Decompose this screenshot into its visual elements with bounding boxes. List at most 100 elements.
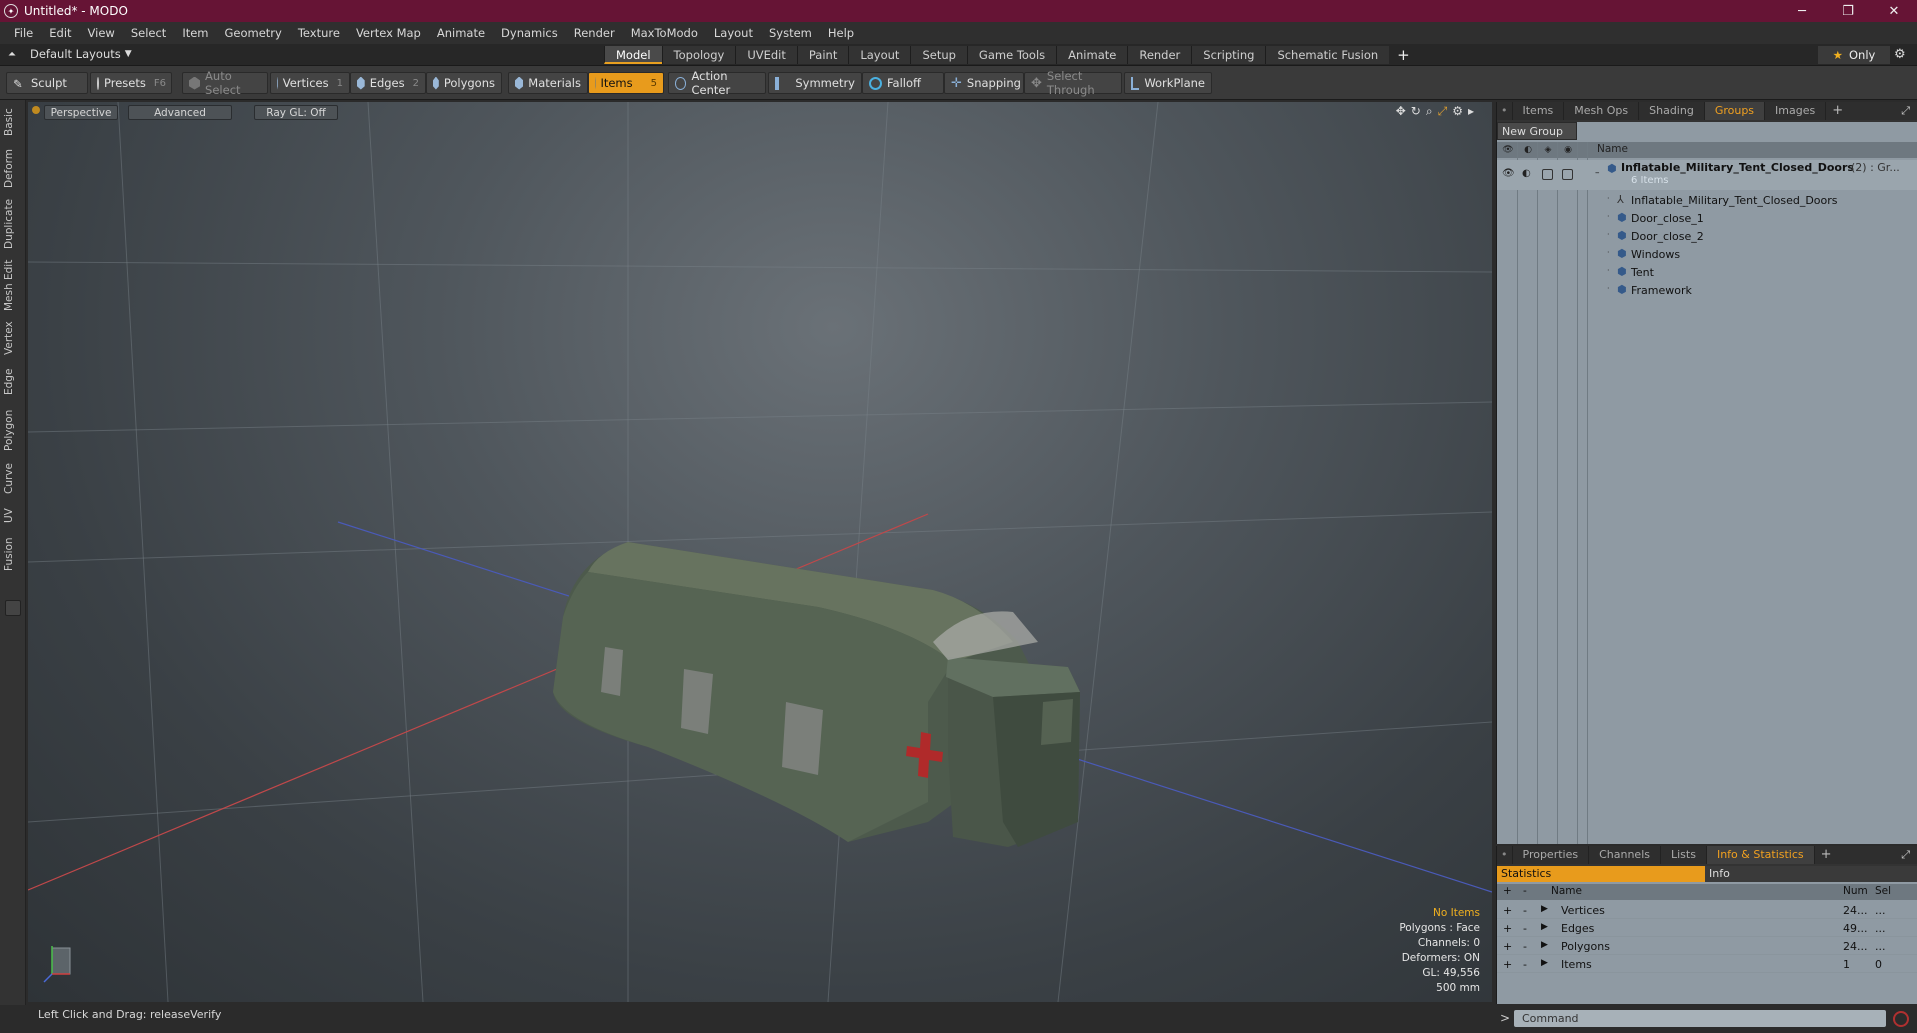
table-row[interactable]: + - ▶ Vertices 24... ...	[1497, 902, 1917, 919]
menu-dynamics[interactable]: Dynamics	[493, 26, 566, 40]
sculpt-button[interactable]: ✎ Sculpt	[6, 72, 88, 94]
tab-topology[interactable]: Topology	[661, 46, 736, 64]
menu-view[interactable]: View	[80, 26, 123, 40]
gear-icon[interactable]: ⚙	[1894, 47, 1906, 62]
viewport-more-icon[interactable]: ▸	[1468, 104, 1474, 119]
menu-select[interactable]: Select	[123, 26, 174, 40]
add-button[interactable]: +	[1503, 940, 1512, 953]
expand-arrow-icon[interactable]: ▶	[1541, 922, 1548, 932]
only-button[interactable]: ★ Only	[1818, 46, 1890, 64]
maximize-button[interactable]: ❐	[1826, 0, 1870, 22]
list-item[interactable]: · ⬢ Tent	[1497, 264, 1917, 282]
symmetry-button[interactable]: Symmetry	[768, 72, 862, 94]
menu-geometry[interactable]: Geometry	[217, 26, 290, 40]
table-row[interactable]: + - ▶ Edges 49... ...	[1497, 920, 1917, 937]
tab-info-statistics[interactable]: Info & Statistics	[1706, 846, 1815, 864]
menu-system[interactable]: System	[761, 26, 820, 40]
expand-panel-icon[interactable]: ⤢	[1901, 848, 1910, 862]
materials-button[interactable]: Materials	[508, 72, 588, 94]
tab-mesh-ops[interactable]: Mesh Ops	[1564, 102, 1640, 120]
tab-setup[interactable]: Setup	[910, 46, 967, 64]
view-type-button[interactable]: Perspective	[44, 105, 118, 120]
remove-button[interactable]: -	[1523, 904, 1527, 917]
tab-shading[interactable]: Shading	[1639, 102, 1705, 120]
close-button[interactable]: ✕	[1872, 0, 1916, 22]
menu-animate[interactable]: Animate	[429, 26, 493, 40]
viewport-settings-icon[interactable]: ⚙	[1452, 104, 1463, 119]
tab-lists[interactable]: Lists	[1661, 846, 1707, 864]
menu-maxtomodo[interactable]: MaxToModo	[623, 26, 706, 40]
select-column-icon[interactable]: ◉	[1561, 143, 1575, 156]
table-row[interactable]: + - ▶ Polygons 24... ...	[1497, 938, 1917, 955]
table-row[interactable]: + - ▶ Items 1 0	[1497, 956, 1917, 973]
tab-game-tools[interactable]: Game Tools	[966, 46, 1057, 64]
tab-channels[interactable]: Channels	[1589, 846, 1661, 864]
list-item[interactable]: · ⬢ Windows	[1497, 246, 1917, 264]
tab-model[interactable]: Model	[604, 46, 662, 64]
select-through-button[interactable]: ✥ Select Through	[1024, 69, 1122, 97]
presets-button[interactable]: Presets F6	[90, 72, 172, 94]
command-input[interactable]: Command	[1514, 1010, 1886, 1027]
list-item[interactable]: · ⬢ Framework	[1497, 282, 1917, 300]
group-row[interactable]: 👁 ◐ – ⬢ Inflatable_Military_Tent_Closed_…	[1497, 160, 1917, 190]
list-item[interactable]: · ⬢ Door_close_1	[1497, 210, 1917, 228]
expand-arrow-icon[interactable]: ▶	[1541, 958, 1548, 968]
tab-scripting[interactable]: Scripting	[1191, 46, 1266, 64]
add-panel-tab-button[interactable]: +	[1815, 846, 1838, 864]
items-button[interactable]: Items 5	[588, 72, 664, 94]
tab-schematic-fusion[interactable]: Schematic Fusion	[1265, 46, 1390, 64]
add-button[interactable]: +	[1503, 922, 1512, 935]
workplane-button[interactable]: WorkPlane	[1124, 72, 1212, 94]
add-button[interactable]: +	[1503, 958, 1512, 971]
menu-render[interactable]: Render	[566, 26, 623, 40]
vtab-fusion[interactable]: Fusion	[3, 534, 23, 574]
expand-arrow-icon[interactable]: ▶	[1541, 940, 1548, 950]
auto-select-button[interactable]: Auto Select	[182, 69, 268, 97]
render-toggle-icon[interactable]: ◐	[1522, 168, 1531, 179]
vtab-duplicate[interactable]: Duplicate	[3, 196, 23, 252]
vtab-vertex[interactable]: Vertex	[3, 318, 23, 358]
menu-help[interactable]: Help	[820, 26, 862, 40]
tab-animate[interactable]: Animate	[1056, 46, 1128, 64]
collapse-icon[interactable]: –	[1595, 168, 1600, 178]
tab-items[interactable]: Items	[1513, 102, 1565, 120]
remove-button[interactable]: -	[1523, 958, 1527, 971]
list-item[interactable]: · ⅄ Inflatable_Military_Tent_Closed_Door…	[1497, 192, 1917, 210]
tab-groups[interactable]: Groups	[1704, 102, 1766, 120]
new-group-button[interactable]: New Group	[1497, 122, 1577, 140]
rotate-view-icon[interactable]: ↻	[1411, 104, 1421, 119]
lock-checkbox[interactable]	[1542, 169, 1553, 180]
visibility-eye-icon[interactable]: 👁	[1502, 168, 1515, 179]
add-panel-tab-button[interactable]: +	[1826, 102, 1849, 120]
shading-mode-button[interactable]: Advanced	[128, 105, 232, 120]
vtab-basic[interactable]: Basic	[3, 104, 23, 140]
menu-file[interactable]: File	[6, 26, 41, 40]
raygl-button[interactable]: Ray GL: Off	[254, 105, 338, 120]
minimize-button[interactable]: ─	[1780, 0, 1824, 22]
tab-properties[interactable]: Properties	[1513, 846, 1590, 864]
vtab-mesh-edit[interactable]: Mesh Edit	[3, 258, 23, 312]
add-tab-button[interactable]: +	[1389, 46, 1418, 64]
tab-layout[interactable]: Layout	[848, 46, 911, 64]
expand-panel-icon[interactable]: ⤢	[1901, 104, 1910, 118]
tab-render[interactable]: Render	[1127, 46, 1192, 64]
menu-texture[interactable]: Texture	[290, 26, 348, 40]
list-item[interactable]: · ⬢ Door_close_2	[1497, 228, 1917, 246]
edges-button[interactable]: Edges 2	[350, 72, 426, 94]
remove-button[interactable]: -	[1523, 940, 1527, 953]
snapping-button[interactable]: ✛ Snapping	[944, 72, 1024, 94]
add-button[interactable]: +	[1503, 904, 1512, 917]
vtab-curve[interactable]: Curve	[3, 460, 23, 498]
vtab-uv[interactable]: UV	[3, 504, 23, 528]
vtab-edge[interactable]: Edge	[3, 364, 23, 400]
fit-view-icon[interactable]: ⤢	[1438, 104, 1448, 119]
vertices-button[interactable]: Vertices 1	[270, 72, 350, 94]
tool-palette-toggle-button[interactable]	[5, 600, 21, 616]
expand-arrow-icon[interactable]: ▶	[1541, 904, 1548, 914]
menu-layout[interactable]: Layout	[706, 26, 761, 40]
action-center-button[interactable]: Action Center	[668, 69, 766, 97]
select-checkbox[interactable]	[1562, 169, 1573, 180]
polygons-button[interactable]: Polygons	[426, 72, 502, 94]
lock-column-icon[interactable]: ◈	[1541, 143, 1555, 156]
menu-edit[interactable]: Edit	[41, 26, 79, 40]
